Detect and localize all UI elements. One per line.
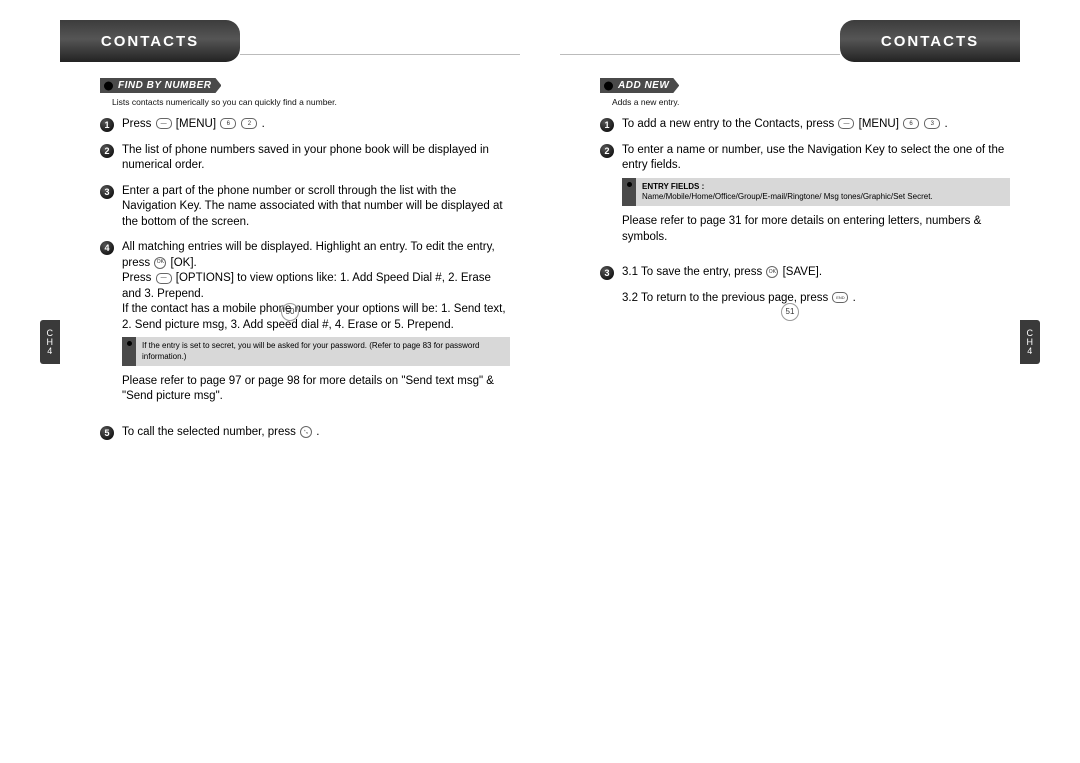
key-3-icon: 3 xyxy=(924,118,940,129)
note-box: If the entry is set to secret, you will … xyxy=(122,337,510,366)
step-item: 4 All matching entries will be displayed… xyxy=(100,240,510,415)
step-item: 3 3.1 To save the entry, press [SAVE]. 3… xyxy=(600,265,1010,306)
key-6-icon: 6 xyxy=(220,118,236,129)
ok-key-icon xyxy=(154,257,166,269)
step-list: 1 Press [MENU] 6 2 . 2 The list of phone… xyxy=(100,117,510,441)
note-bullet-icon xyxy=(122,337,136,366)
manual-page-right: C H 4 CONTACTS ADD NEW Adds a new entry.… xyxy=(560,20,1020,451)
step-number: 2 xyxy=(100,144,114,158)
header-title: CONTACTS xyxy=(840,20,1020,62)
call-key-icon xyxy=(300,426,312,438)
step-number: 5 xyxy=(100,426,114,440)
step-item: 5 To call the selected number, press . xyxy=(100,425,510,441)
page-number: 50 xyxy=(281,303,299,321)
step-item: 2 The list of phone numbers saved in you… xyxy=(100,143,510,174)
step-number: 1 xyxy=(100,118,114,132)
note-bullet-icon xyxy=(622,178,636,207)
section-intro: Adds a new entry. xyxy=(612,97,1020,107)
softkey-icon xyxy=(156,273,172,284)
step-item: 3 Enter a part of the phone number or sc… xyxy=(100,184,510,231)
step-number: 4 xyxy=(100,241,114,255)
header-title: CONTACTS xyxy=(60,20,240,62)
step-number: 2 xyxy=(600,144,614,158)
key-2-icon: 2 xyxy=(241,118,257,129)
step-item: 1 To add a new entry to the Contacts, pr… xyxy=(600,117,1010,133)
page-footer: 51 xyxy=(560,303,1020,321)
step-item: 1 Press [MENU] 6 2 . xyxy=(100,117,510,133)
page-footer: 50 xyxy=(60,303,520,321)
ok-key-icon xyxy=(766,266,778,278)
reference-text: Please refer to page 31 for more details… xyxy=(622,214,1010,245)
section-intro: Lists contacts numerically so you can qu… xyxy=(112,97,520,107)
section-title: FIND BY NUMBER xyxy=(100,78,221,93)
note-box: ENTRY FIELDS : Name/Mobile/Home/Office/G… xyxy=(622,178,1010,207)
step-number: 3 xyxy=(600,266,614,280)
page-header: CONTACTS xyxy=(560,20,1020,62)
key-6-icon: 6 xyxy=(903,118,919,129)
reference-text: Please refer to page 97 or page 98 for m… xyxy=(122,374,510,405)
softkey-icon xyxy=(156,118,172,129)
manual-page-left: C H 4 CONTACTS FIND BY NUMBER Lists cont… xyxy=(60,20,520,451)
step-number: 3 xyxy=(100,185,114,199)
page-header: CONTACTS xyxy=(60,20,520,62)
chapter-tab: C H 4 xyxy=(1020,320,1040,364)
section-title: ADD NEW xyxy=(600,78,679,93)
step-item: 2 To enter a name or number, use the Nav… xyxy=(600,143,1010,256)
step-list: 1 To add a new entry to the Contacts, pr… xyxy=(600,117,1010,306)
page-number: 51 xyxy=(781,303,799,321)
softkey-icon xyxy=(838,118,854,129)
step-number: 1 xyxy=(600,118,614,132)
chapter-tab: C H 4 xyxy=(40,320,60,364)
